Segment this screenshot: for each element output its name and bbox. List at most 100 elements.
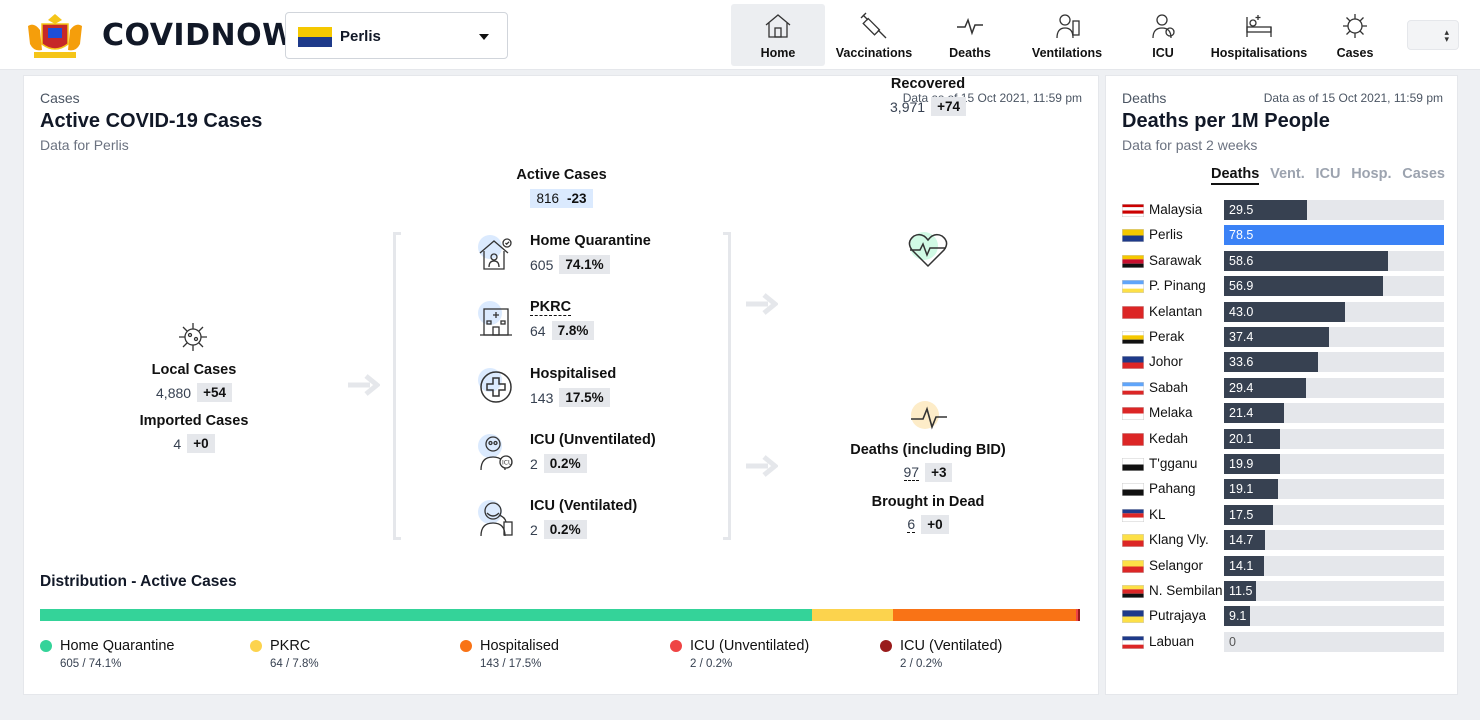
brand-title[interactable]: COVIDNOW (102, 18, 296, 53)
legend-item-icu-unventilated: ICU (Unventilated) 2 / 0.2% (670, 638, 809, 670)
melaka-flag-icon (1122, 407, 1144, 421)
recovered-value: 3,971 (890, 98, 926, 115)
bar-row-johor[interactable]: Johor 33.6 (1122, 352, 1444, 373)
bar-row-selangor[interactable]: Selangor 14.1 (1122, 555, 1444, 576)
card-subtitle: Data for past 2 weeks (1122, 137, 1258, 153)
tab-hosp[interactable]: Hosp. (1351, 166, 1391, 185)
distribution-segment-home-quarantine[interactable] (40, 609, 813, 621)
metric-tabs: Deaths Vent. ICU Hosp. Cases (1211, 166, 1445, 185)
deaths-stat: Deaths (including BID) 97 +3 (838, 442, 1018, 482)
bar-track: 58.6 (1224, 250, 1444, 271)
svg-text:ICU: ICU (502, 460, 512, 467)
bar-row-kelantan[interactable]: Kelantan 43.0 (1122, 301, 1444, 322)
deaths-value[interactable]: 97 (903, 464, 920, 481)
bar-track: 78.5 (1224, 225, 1444, 246)
tab-icu[interactable]: ICU (1315, 166, 1340, 185)
pkrc-label[interactable]: PKRC (530, 299, 572, 316)
icu-ventilated-label: ICU (Ventilated) (530, 498, 638, 514)
bar-state-label: Kelantan (1149, 303, 1203, 319)
tab-cases[interactable]: Cases (1402, 166, 1445, 185)
legend-item-hospitalised: Hospitalised 143 / 17.5% (460, 638, 559, 670)
nav-vaccinations-label: Vaccinations (835, 46, 913, 60)
bar-value-label: 58.6 (1229, 253, 1254, 268)
johor-flag-icon (1122, 356, 1144, 370)
imported-cases-value: 4 (173, 435, 182, 452)
bar-value-label: 17.5 (1229, 507, 1254, 522)
nav-hospitalisations-label: Hospitalisations (1210, 46, 1308, 60)
distribution-segment-pkrc[interactable] (812, 609, 894, 621)
bar-value-label: 37.4 (1229, 330, 1254, 344)
bar-row-melaka[interactable]: Melaka 21.4 (1122, 403, 1444, 424)
bar-track: 21.4 (1224, 403, 1444, 424)
bar-row-kl[interactable]: KL 17.5 (1122, 504, 1444, 525)
card-title: Active COVID-19 Cases (40, 110, 263, 132)
top-header: COVIDNOW Perlis Home Vaccinations Deaths… (0, 0, 1480, 70)
kelantan-flag-icon (1122, 305, 1144, 319)
nav-deaths-label: Deaths (949, 46, 991, 60)
breakdown-pkrc: PKRC 64 7.8% (476, 299, 706, 349)
nav-home-label: Home (760, 46, 796, 60)
icu-unventilated-label: ICU (Unventilated) (530, 432, 656, 448)
pkrc-value: 64 (530, 322, 546, 339)
breakdown-icu-unventilated: ICU ICU (Unventilated) 2 0.2% (476, 432, 706, 482)
bar-row-sabah[interactable]: Sabah 29.4 (1122, 377, 1444, 398)
chevron-down-icon (479, 34, 489, 40)
bar-state-label: Perlis (1149, 227, 1183, 243)
nav-vaccinations[interactable]: Vaccinations (825, 4, 923, 66)
nav-ventilations[interactable]: Ventilations (1017, 4, 1117, 66)
bar-state-label: Melaka (1149, 405, 1193, 421)
icu-unventilated-pct: 0.2% (543, 454, 587, 473)
bar-row-perak[interactable]: Perak 37.4 (1122, 327, 1444, 347)
bar-value-label: 29.5 (1229, 203, 1254, 217)
bar-row-labuan[interactable]: Labuan 0 (1122, 631, 1444, 652)
bar-state-label: Malaysia (1149, 202, 1203, 217)
bar-row-n-sembilan[interactable]: N. Sembilan 11.5 (1122, 581, 1444, 601)
state-selector[interactable]: Perlis (285, 12, 508, 59)
active-cases-value: 816 (530, 189, 561, 208)
bar-row-pahang[interactable]: Pahang 19.1 (1122, 479, 1444, 500)
bracket-left (393, 232, 401, 540)
bid-label: Brought in Dead (871, 494, 985, 510)
doctor-icon (1152, 14, 1175, 39)
nav-home[interactable]: Home (731, 4, 825, 66)
bar-row-kedah[interactable]: Kedah 20.1 (1122, 428, 1444, 449)
bar-value-label: 11.5 (1229, 584, 1253, 598)
bar-row-malaysia[interactable]: Malaysia 29.5 (1122, 200, 1444, 220)
icu-ventilated-pct: 0.2% (543, 520, 587, 539)
bar-value-label: 0 (1229, 634, 1236, 649)
heart-pulse-icon (908, 232, 948, 268)
nav-icu[interactable]: ICU (1117, 4, 1209, 66)
selangor-flag-icon (1122, 559, 1144, 573)
main-nav: Home Vaccinations Deaths Ventilations IC… (731, 4, 1401, 66)
perlis-flag-icon (1122, 229, 1144, 243)
nav-hospitalisations[interactable]: Hospitalisations (1209, 4, 1309, 66)
bid-value[interactable]: 6 (907, 516, 916, 533)
malaysia-flag-icon (1122, 204, 1144, 217)
bar-track: 17.5 (1224, 504, 1444, 525)
bar-row-klang-vly[interactable]: Klang Vly. 14.7 (1122, 530, 1444, 551)
distribution-segment-hospitalised[interactable] (893, 609, 1076, 621)
malaysia-coat-of-arms-icon[interactable] (22, 10, 88, 60)
active-cases-stat: Active Cases 816 -23 (494, 167, 629, 208)
distribution-segment-icu-ventilated[interactable] (1077, 609, 1080, 621)
legend-value: 605 / 74.1% (60, 658, 122, 670)
language-selector[interactable]: ▴ ▾ (1407, 20, 1459, 50)
heartbeat-icon (957, 17, 983, 36)
bar-row-p-pinang[interactable]: P. Pinang 56.9 (1122, 276, 1444, 297)
perlis-flag-icon (298, 27, 332, 47)
bar-track: 9.1 (1224, 606, 1444, 627)
bar-track: 37.4 (1224, 327, 1444, 347)
tab-deaths[interactable]: Deaths (1211, 166, 1260, 185)
bar-row-putrajaya[interactable]: Putrajaya 9.1 (1122, 606, 1444, 627)
legend-label: ICU (Ventilated) (900, 638, 1003, 654)
bar-row-t-gganu[interactable]: T'gganu 19.9 (1122, 454, 1444, 474)
tab-vent[interactable]: Vent. (1270, 166, 1305, 185)
state-selector-value: Perlis (340, 28, 381, 45)
p-pinang-flag-icon (1122, 280, 1144, 294)
hospitalised-label: Hospitalised (530, 366, 617, 382)
bar-row-perlis[interactable]: Perlis 78.5 (1122, 225, 1444, 246)
home-quarantine-label: Home Quarantine (530, 233, 651, 249)
nav-deaths[interactable]: Deaths (923, 4, 1017, 66)
nav-cases[interactable]: Cases (1309, 4, 1401, 66)
bar-row-sarawak[interactable]: Sarawak 58.6 (1122, 250, 1444, 271)
